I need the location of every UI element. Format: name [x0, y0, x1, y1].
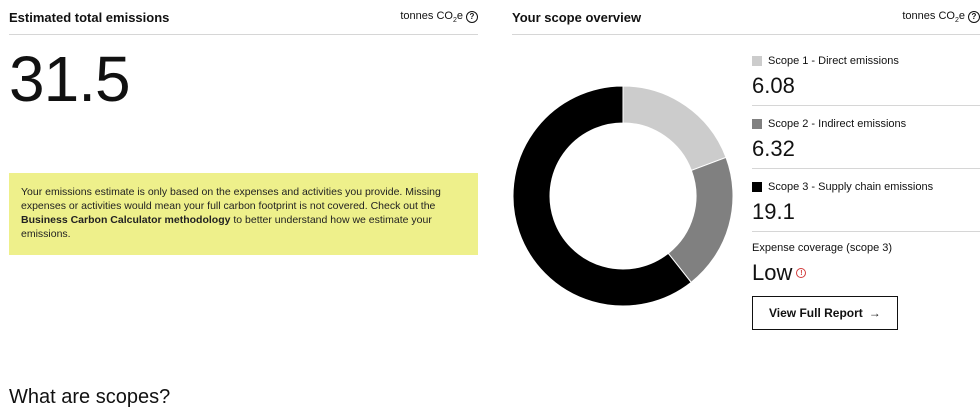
warning-icon[interactable]: !: [796, 268, 807, 278]
scopes-heading: What are scopes?: [9, 386, 171, 408]
scope-donut-chart: [512, 76, 734, 316]
scope-3-value: 19.1: [752, 199, 795, 224]
scope-overview-title: Your scope overview: [512, 9, 642, 25]
scope-1-slice[interactable]: [622, 85, 727, 172]
help-icon[interactable]: ?: [968, 11, 980, 23]
total-emissions-title: Estimated total emissions: [9, 9, 170, 25]
scope-3-item: Scope 3 - Supply chain emissions 19.1: [752, 169, 980, 232]
scope-2-label: Scope 2 - Indirect emissions: [768, 118, 907, 130]
total-emissions-value: 31.5: [9, 43, 131, 115]
coverage-label: Expense coverage (scope 3): [752, 242, 893, 254]
methodology-link[interactable]: Business Carbon Calculator methodology: [21, 214, 230, 226]
help-icon[interactable]: ?: [466, 11, 478, 23]
donut-svg: [512, 85, 734, 307]
scope-overview-panel: Your scope overview tonnes CO2e ? Scope …: [512, 0, 980, 330]
scope-legend: Scope 1 - Direct emissions 6.08 Scope 2 …: [752, 43, 980, 330]
unit-label: tonnes CO2e ?: [400, 10, 478, 24]
estimate-notice: Your emissions estimate is only based on…: [9, 173, 478, 255]
scope-2-item: Scope 2 - Indirect emissions 6.32: [752, 106, 980, 169]
scope-3-label: Scope 3 - Supply chain emissions: [768, 181, 934, 193]
total-emissions-panel: Estimated total emissions tonnes CO2e ? …: [9, 0, 478, 255]
scope-1-item: Scope 1 - Direct emissions 6.08: [752, 43, 980, 106]
coverage-value: Low !: [752, 260, 980, 286]
expense-coverage: Expense coverage (scope 3) Low ! View Fu…: [752, 232, 980, 330]
view-full-report-button[interactable]: View Full Report →: [752, 296, 898, 330]
unit-label: tonnes CO2e ?: [902, 10, 980, 24]
scope-1-value: 6.08: [752, 73, 795, 98]
scope-1-label: Scope 1 - Direct emissions: [768, 55, 899, 67]
scope-2-value: 6.32: [752, 136, 795, 161]
scope-2-swatch: [752, 119, 762, 129]
scope-1-swatch: [752, 56, 762, 66]
scope-2-slice[interactable]: [667, 156, 734, 284]
total-emissions-header: Estimated total emissions tonnes CO2e ?: [9, 0, 478, 35]
arrow-right-icon: →: [868, 306, 881, 320]
scope-3-swatch: [752, 182, 762, 192]
scope-overview-header: Your scope overview tonnes CO2e ?: [512, 0, 980, 35]
